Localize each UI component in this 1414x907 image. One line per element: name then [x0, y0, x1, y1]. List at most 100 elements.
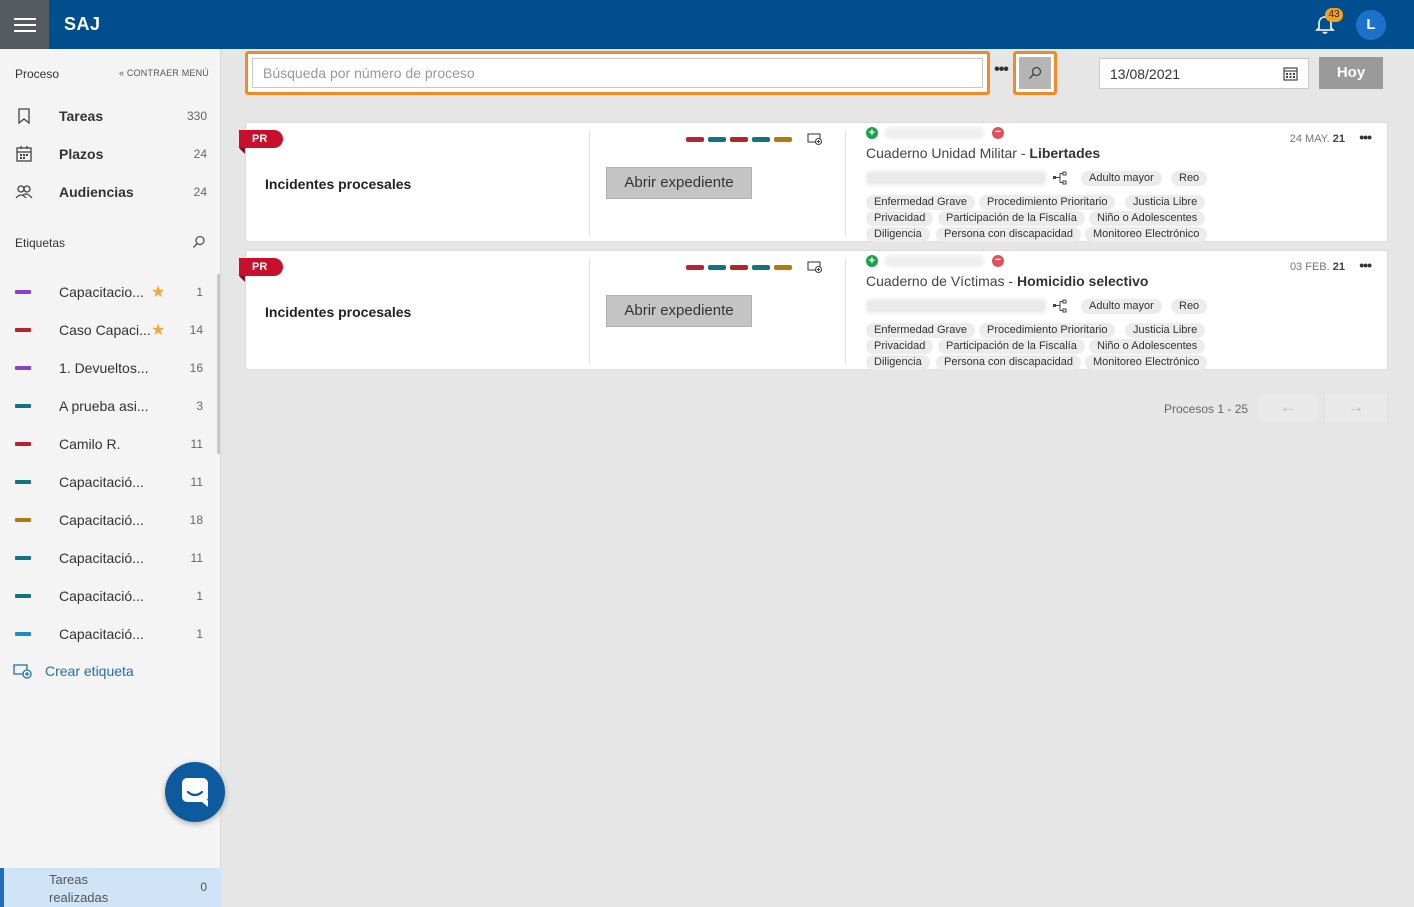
tag-count: 1 — [196, 285, 203, 299]
completed-tasks-bar[interactable]: Tareas realizadas 0 — [0, 868, 221, 907]
label-color-bar — [752, 137, 770, 142]
label-colors — [686, 265, 792, 270]
card-date: 03 FEB. 21 — [1290, 261, 1345, 273]
card-more-options-button[interactable]: ••• — [1359, 257, 1372, 273]
tag-label: Caso Capaci... — [59, 322, 151, 338]
tag-label: A prueba asi... — [59, 398, 149, 414]
card-date-year: 21 — [1332, 133, 1345, 145]
chat-launcher-button[interactable] — [165, 762, 225, 822]
tag-label: Capacitació... — [59, 588, 144, 604]
tag-label: Capacitació... — [59, 512, 144, 528]
today-button[interactable]: Hoy — [1319, 57, 1383, 89]
sidebar-item-label: Tareas — [59, 108, 104, 124]
hierarchy-icon[interactable] — [1052, 171, 1068, 185]
tag-count: 1 — [196, 627, 203, 641]
add-party-icon[interactable]: + — [866, 255, 878, 267]
card-title: Incidentes procesales — [265, 304, 412, 320]
tags-section-title: Etiquetas — [15, 236, 66, 250]
case-tag-chip: Adulto mayor — [1081, 171, 1162, 186]
card-date-day: 24 MAY. — [1289, 133, 1330, 145]
sidebar-tag-item[interactable]: Capacitació... 1 — [0, 615, 215, 653]
case-tag-chip: Privacidad — [866, 339, 934, 354]
case-name-bold: Homicidio selectivo — [1016, 273, 1149, 289]
label-color-bar — [708, 265, 726, 270]
calendar-icon[interactable] — [1283, 66, 1298, 81]
collapse-menu-button[interactable]: « CONTRAER MENÚ — [119, 68, 209, 78]
date-input[interactable]: 13/08/2021 — [1099, 58, 1309, 89]
sidebar-item-plazos[interactable]: Plazos 24 — [0, 135, 221, 173]
sidebar-tag-item[interactable]: Capacitació... 11 — [0, 539, 215, 577]
tag-label: Capacitació... — [59, 626, 144, 642]
pr-badge: PR — [239, 130, 283, 154]
hierarchy-icon[interactable] — [1052, 299, 1068, 313]
card-date: 24 MAY. 21 — [1290, 133, 1345, 145]
add-label-icon[interactable] — [807, 133, 823, 146]
sidebar-item-tareas[interactable]: Tareas 330 — [0, 97, 221, 135]
case-tag-chip: Enfermedad Grave — [866, 195, 975, 210]
tag-color-swatch — [15, 632, 31, 636]
tag-label: 1. Devueltos... — [59, 360, 149, 376]
divider — [589, 259, 590, 363]
sidebar-tag-item[interactable]: Caso Capaci... ★ 14 — [0, 311, 215, 349]
hamburger-menu-icon[interactable] — [0, 0, 49, 49]
redacted-text — [884, 255, 984, 267]
remove-party-icon[interactable]: − — [992, 127, 1004, 139]
redacted-text — [866, 171, 1046, 185]
card-date-year: 21 — [1332, 261, 1345, 273]
people-icon — [15, 185, 33, 199]
case-tag-chip: Monitoreo Electrónico — [1085, 355, 1208, 370]
process-card[interactable]: PR Incidentes procesales Abrir expediente +… — [239, 122, 1388, 242]
label-color-bar — [752, 265, 770, 270]
sidebar-tag-item[interactable]: 1. Devueltos... 16 — [0, 349, 215, 387]
process-card[interactable]: PR Incidentes procesales Abrir expediente +… — [239, 250, 1388, 370]
sidebar-item-audiencias[interactable]: Audiencias 24 — [0, 173, 221, 211]
tag-color-swatch — [15, 366, 31, 370]
sidebar-tag-item[interactable]: Capacitació... 18 — [0, 501, 215, 539]
previous-page-button[interactable]: ← — [1256, 393, 1320, 423]
case-tag-chip: Participación de la Fiscalía — [938, 211, 1085, 226]
case-name-prefix: Cuaderno Unidad Militar - — [866, 145, 1030, 161]
tag-label: Capacitacio... — [59, 284, 144, 300]
star-icon[interactable]: ★ — [151, 282, 165, 302]
remove-party-icon[interactable]: − — [992, 255, 1004, 267]
tag-count: 14 — [189, 323, 203, 337]
label-color-bar — [686, 137, 704, 142]
sidebar-tag-item[interactable]: Camilo R. 11 — [0, 425, 215, 463]
more-options-button[interactable]: ••• — [992, 61, 1010, 85]
card-more-options-button[interactable]: ••• — [1359, 129, 1372, 145]
sidebar-section-title: Proceso — [15, 67, 60, 81]
label-color-bar — [774, 137, 792, 142]
label-colors — [686, 137, 792, 142]
case-tag-chip: Justicia Libre — [1125, 323, 1206, 338]
add-party-icon[interactable]: + — [866, 127, 878, 139]
tag-color-swatch — [15, 556, 31, 560]
next-page-button[interactable]: → — [1324, 393, 1388, 423]
add-label-icon[interactable] — [807, 261, 823, 274]
tag-count: 3 — [196, 399, 203, 413]
sidebar-tag-item[interactable]: Capacitació... 1 — [0, 577, 215, 615]
redacted-text — [866, 299, 1046, 313]
label-color-bar — [774, 265, 792, 270]
open-file-button[interactable]: Abrir expediente — [606, 167, 752, 199]
date-value: 13/08/2021 — [1110, 66, 1181, 82]
app-brand: SAJ — [64, 14, 101, 34]
sidebar-tag-item[interactable]: Capacitacio... ★ 1 — [0, 273, 215, 311]
open-file-button[interactable]: Abrir expediente — [606, 295, 752, 327]
chat-icon — [182, 778, 208, 807]
sidebar-tag-item[interactable]: A prueba asi... 3 — [0, 387, 215, 425]
case-tag-chip: Persona con discapacidad — [936, 227, 1082, 242]
sidebar-tag-item[interactable]: Capacitació... 11 — [0, 463, 215, 501]
calendar-icon — [16, 146, 32, 162]
tag-label: Capacitació... — [59, 550, 144, 566]
create-tag-button[interactable]: Crear etiqueta — [13, 663, 134, 679]
sidebar-scrollbar[interactable] — [217, 274, 220, 454]
divider — [589, 131, 590, 235]
search-input[interactable] — [252, 58, 983, 88]
star-icon[interactable]: ★ — [151, 320, 165, 340]
search-button[interactable] — [1013, 51, 1057, 95]
case-tag-chip: Diligencia — [866, 355, 930, 370]
search-icon[interactable] — [192, 235, 206, 249]
user-avatar[interactable]: L — [1356, 10, 1386, 40]
case-tag-chip: Niño o Adolescentes — [1089, 211, 1206, 226]
tag-count: 16 — [189, 361, 203, 375]
